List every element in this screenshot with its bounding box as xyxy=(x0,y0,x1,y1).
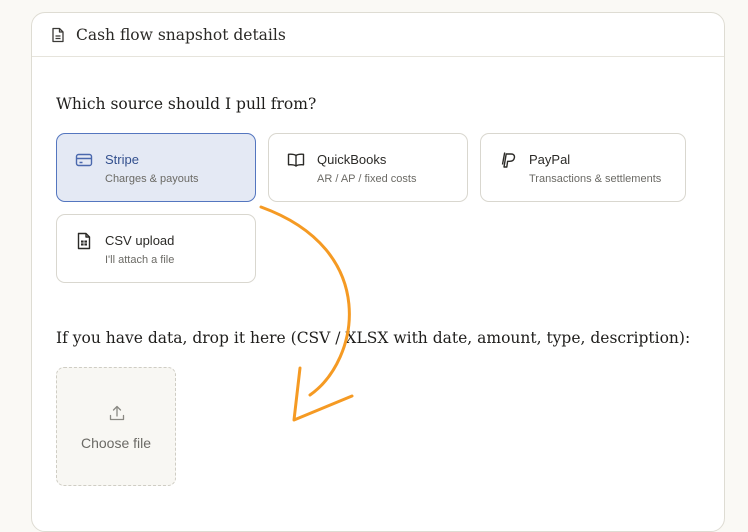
source-option-title: Stripe xyxy=(105,152,139,167)
source-option-subtitle: AR / AP / fixed costs xyxy=(317,173,417,185)
document-icon xyxy=(51,27,65,43)
source-option-stripe[interactable]: Stripe Charges & payouts xyxy=(56,133,256,202)
book-open-icon xyxy=(287,151,305,169)
source-option-quickbooks[interactable]: QuickBooks AR / AP / fixed costs xyxy=(268,133,468,202)
source-option-title: PayPal xyxy=(529,152,571,167)
paypal-icon xyxy=(499,151,517,169)
upload-icon xyxy=(108,404,126,422)
drop-instructions: If you have data, drop it here (CSV / XL… xyxy=(56,329,691,347)
source-option-subtitle: I'll attach a file xyxy=(105,254,175,266)
source-option-subtitle: Transactions & settlements xyxy=(529,173,662,185)
card-title: Cash flow snapshot details xyxy=(76,25,286,44)
cash-flow-card: Cash flow snapshot details Which source … xyxy=(31,12,725,532)
credit-card-icon xyxy=(75,151,93,169)
source-question: Which source should I pull from? xyxy=(56,95,317,113)
source-option-subtitle: Charges & payouts xyxy=(105,173,199,185)
card-header: Cash flow snapshot details xyxy=(32,13,724,57)
spreadsheet-file-icon xyxy=(75,232,93,250)
choose-file-button[interactable]: Choose file xyxy=(57,435,175,451)
source-option-title: CSV upload xyxy=(105,233,175,248)
source-option-paypal[interactable]: PayPal Transactions & settlements xyxy=(480,133,686,202)
source-option-csv-upload[interactable]: CSV upload I'll attach a file xyxy=(56,214,256,283)
file-dropzone[interactable]: Choose file xyxy=(56,367,176,486)
source-option-title: QuickBooks xyxy=(317,152,387,167)
